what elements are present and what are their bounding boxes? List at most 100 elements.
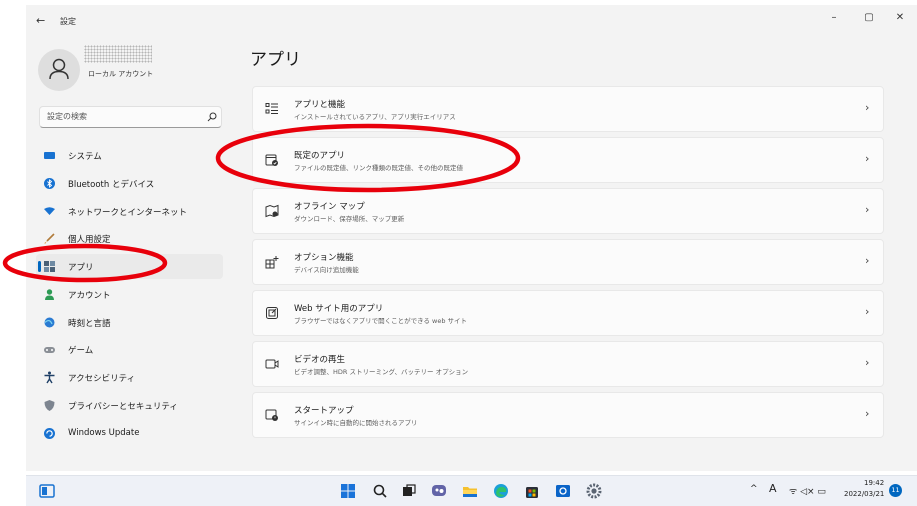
update-icon bbox=[44, 428, 55, 439]
store-icon[interactable] bbox=[524, 483, 540, 499]
account-type: ローカル アカウント bbox=[88, 70, 154, 78]
user-name-redacted bbox=[84, 45, 152, 63]
optional-features-icon bbox=[265, 256, 279, 269]
nav-item-label: アクセシビリティ bbox=[68, 374, 136, 384]
nav-item-privacy-security[interactable]: プライバシーとセキュリティ bbox=[36, 393, 223, 418]
globe-clock-icon bbox=[44, 317, 55, 328]
card-description: ファイルの既定値、リンク種類の既定値、その他の既定値 bbox=[294, 164, 463, 172]
chevron-up-icon[interactable]: ^ bbox=[750, 484, 758, 494]
search-input[interactable] bbox=[47, 112, 197, 121]
monitor-icon bbox=[44, 152, 55, 159]
close-button[interactable]: ✕ bbox=[890, 12, 910, 23]
nav-item-label: システム bbox=[68, 152, 102, 162]
nav-item-time-language[interactable]: 時刻と言語 bbox=[36, 310, 223, 335]
gamepad-icon bbox=[44, 347, 55, 353]
start-icon[interactable] bbox=[340, 483, 356, 499]
nav-item-label: ネットワークとインターネット bbox=[68, 208, 188, 218]
nav-item-label: 個人用設定 bbox=[68, 235, 111, 245]
card-title: ビデオの再生 bbox=[294, 355, 346, 365]
clock-date[interactable]: 2022/03/21 bbox=[844, 490, 884, 498]
nav-item-label: ゲーム bbox=[68, 346, 94, 356]
avatar[interactable] bbox=[38, 49, 80, 91]
card-description: ダウンロード、保存場所、マップ更新 bbox=[294, 215, 405, 223]
apps-icon bbox=[44, 261, 55, 272]
selection-indicator bbox=[38, 261, 41, 272]
card-title: 既定のアプリ bbox=[294, 151, 346, 161]
wifi-icon bbox=[44, 207, 55, 215]
settings-window: ← 設定 – ▢ ✕ ローカル アカウント システム bbox=[26, 5, 917, 471]
card-default-apps[interactable]: 既定のアプリ ファイルの既定値、リンク種類の既定値、その他の既定値 › bbox=[252, 137, 884, 183]
widgets-icon[interactable] bbox=[39, 483, 55, 499]
video-icon bbox=[265, 359, 279, 369]
default-apps-icon bbox=[265, 154, 278, 166]
nav-item-gaming[interactable]: ゲーム bbox=[36, 337, 223, 362]
nav-item-label: 時刻と言語 bbox=[68, 319, 111, 329]
person-icon bbox=[45, 289, 54, 300]
nav-item-label: Bluetooth とデバイス bbox=[68, 180, 155, 190]
card-optional-features[interactable]: オプション機能 デバイス向け追加機能 › bbox=[252, 239, 884, 285]
file-explorer-icon[interactable] bbox=[462, 483, 478, 499]
nav-item-windows-update[interactable]: Windows Update bbox=[36, 421, 223, 446]
person-icon bbox=[49, 58, 69, 80]
chevron-right-icon: › bbox=[865, 305, 870, 318]
nav-item-label: アプリ bbox=[68, 263, 94, 273]
accessibility-icon bbox=[44, 371, 55, 384]
app-title: 設定 bbox=[60, 17, 76, 26]
tray-status-icons[interactable]: ᯤ ◁× ▭ bbox=[789, 484, 826, 497]
settings-icon[interactable] bbox=[586, 483, 602, 499]
nav-item-network[interactable]: ネットワークとインターネット bbox=[36, 199, 223, 224]
card-description: デバイス向け追加機能 bbox=[294, 266, 359, 274]
startup-icon bbox=[265, 409, 278, 421]
card-title: Web サイト用のアプリ bbox=[294, 304, 384, 314]
screen: ← 設定 – ▢ ✕ ローカル アカウント システム bbox=[0, 0, 917, 506]
bluetooth-icon bbox=[44, 178, 55, 189]
chevron-right-icon: › bbox=[865, 407, 870, 420]
card-offline-maps[interactable]: オフライン マップ ダウンロード、保存場所、マップ更新 › bbox=[252, 188, 884, 234]
card-startup[interactable]: スタートアップ サインイン時に自動的に開始されるアプリ › bbox=[252, 392, 884, 438]
chat-icon[interactable] bbox=[431, 483, 447, 499]
chevron-right-icon: › bbox=[865, 254, 870, 267]
nav-item-label: アカウント bbox=[68, 291, 111, 301]
card-description: インストールされているアプリ、アプリ実行エイリアス bbox=[294, 113, 456, 121]
search-box[interactable] bbox=[39, 106, 222, 128]
edge-icon[interactable] bbox=[493, 483, 509, 499]
search-icon[interactable] bbox=[372, 483, 388, 499]
web-apps-icon bbox=[266, 307, 278, 319]
chevron-right-icon: › bbox=[865, 101, 870, 114]
chevron-right-icon: › bbox=[865, 152, 870, 165]
title-bar: ← 設定 – ▢ ✕ bbox=[26, 5, 917, 35]
card-title: オフライン マップ bbox=[294, 202, 365, 212]
maximize-button[interactable]: ▢ bbox=[859, 12, 879, 23]
nav-item-system[interactable]: システム bbox=[36, 143, 223, 168]
task-view-icon[interactable] bbox=[401, 483, 417, 499]
nav-item-accessibility[interactable]: アクセシビリティ bbox=[36, 365, 223, 390]
card-description: ビデオ調整、HDR ストリーミング、バッテリー オプション bbox=[294, 368, 469, 376]
chevron-right-icon: › bbox=[865, 203, 870, 216]
minimize-button[interactable]: – bbox=[824, 12, 844, 23]
card-title: アプリと機能 bbox=[294, 100, 346, 110]
nav-item-bluetooth[interactable]: Bluetooth とデバイス bbox=[36, 171, 223, 196]
card-description: ブラウザーではなくアプリで開くことができる web サイト bbox=[294, 317, 468, 325]
ime-indicator[interactable]: A bbox=[769, 482, 777, 495]
card-title: オプション機能 bbox=[294, 253, 354, 263]
card-description: サインイン時に自動的に開始されるアプリ bbox=[294, 419, 418, 427]
search-icon[interactable] bbox=[206, 111, 218, 123]
card-video-playback[interactable]: ビデオの再生 ビデオ調整、HDR ストリーミング、バッテリー オプション › bbox=[252, 341, 884, 387]
nav-item-label: プライバシーとセキュリティ bbox=[68, 402, 178, 412]
notification-badge[interactable]: 11 bbox=[889, 484, 902, 497]
list-icon bbox=[265, 103, 278, 114]
map-icon bbox=[265, 204, 279, 218]
shield-icon bbox=[44, 400, 55, 411]
nav-item-label: Windows Update bbox=[68, 428, 140, 438]
back-button[interactable]: ← bbox=[36, 14, 45, 27]
chevron-right-icon: › bbox=[865, 356, 870, 369]
card-title: スタートアップ bbox=[294, 406, 354, 416]
mail-icon[interactable] bbox=[555, 483, 571, 499]
clock-time[interactable]: 19:42 bbox=[864, 479, 884, 487]
brush-icon bbox=[44, 233, 55, 244]
card-apps-features[interactable]: アプリと機能 インストールされているアプリ、アプリ実行エイリアス › bbox=[252, 86, 884, 132]
card-apps-for-websites[interactable]: Web サイト用のアプリ ブラウザーではなくアプリで開くことができる web サ… bbox=[252, 290, 884, 336]
nav-item-personalization[interactable]: 個人用設定 bbox=[36, 226, 223, 251]
nav-item-apps[interactable]: アプリ bbox=[36, 254, 223, 279]
nav-item-accounts[interactable]: アカウント bbox=[36, 282, 223, 307]
